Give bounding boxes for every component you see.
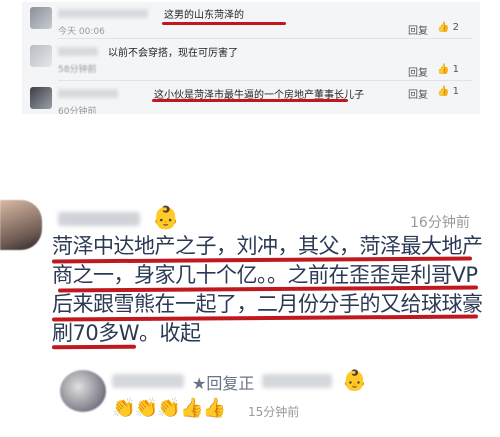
reply-to-label: ★回复正	[192, 374, 255, 393]
top-comment-row: 这小伙是菏泽市最牛逼的一个房地产董事长儿子 60分钟前 回复 👍 1	[22, 82, 480, 114]
like-count: 1	[452, 86, 460, 97]
like-button[interactable]: 👍 1	[437, 64, 459, 75]
username-blurred	[58, 212, 140, 226]
like-button[interactable]: 👍 1	[437, 86, 459, 97]
top-comment-row: 这男的山东菏泽的 今天 00:06 回复 👍 2	[22, 2, 480, 38]
reply-time: 15分钟前	[248, 405, 300, 419]
avatar[interactable]	[0, 200, 42, 250]
avatar[interactable]	[60, 370, 106, 412]
thumbs-up-icon: 👍	[437, 64, 450, 75]
collapse-link[interactable]: 收起	[160, 321, 202, 345]
comment-photo-bottom: 👶 16分钟前 菏泽中达地产之子，刘冲，其父，菏泽最大地产 商之一，身家几十个亿…	[0, 188, 500, 437]
reply-button[interactable]: 回复	[408, 22, 428, 37]
top-comment-row: 以前不会穿搭，现在可厉害了 58分钟前 回复 👍 1	[22, 40, 480, 79]
username-blurred	[112, 374, 184, 388]
username-blurred	[58, 89, 118, 98]
highlight-underline	[152, 99, 348, 102]
comment-time: 16分钟前	[410, 215, 470, 231]
divider	[58, 38, 472, 39]
comment-line: 刷70多W。	[52, 321, 160, 345]
highlight-underline	[51, 344, 137, 350]
comment-time: 今天 00:06	[58, 27, 105, 37]
reply-button[interactable]: 回复	[408, 64, 428, 79]
avatar[interactable]	[30, 45, 52, 67]
comment-screenshot-top: 这男的山东菏泽的 今天 00:06 回复 👍 2 以前不会穿搭，现在可厉害了 5…	[22, 2, 480, 114]
comment-time: 58分钟前	[58, 65, 97, 75]
reply-target-blurred	[262, 374, 332, 388]
comment-text: 这男的山东菏泽的	[164, 10, 244, 21]
comment-time: 60分钟前	[58, 107, 97, 114]
baby-badge-icon: 👶	[152, 206, 180, 231]
reply-button[interactable]: 回复	[408, 86, 428, 101]
avatar[interactable]	[30, 7, 52, 29]
divider	[58, 80, 472, 81]
username-blurred	[58, 47, 98, 56]
thumbs-up-icon: 👍	[437, 86, 450, 97]
like-count: 2	[452, 22, 460, 33]
avatar[interactable]	[30, 87, 52, 109]
comment-text: 以前不会穿搭，现在可厉害了	[108, 48, 238, 59]
like-button[interactable]: 👍 2	[437, 22, 459, 33]
comment-line-last: 刷70多W。收起	[52, 319, 492, 348]
baby-badge-icon: 👶	[342, 368, 367, 392]
reply-emojis: 👏👏👏👍👍	[112, 397, 226, 419]
username-blurred	[58, 9, 148, 18]
like-count: 1	[452, 64, 460, 75]
thumbs-up-icon: 👍	[437, 22, 450, 33]
highlight-underline	[162, 22, 286, 25]
